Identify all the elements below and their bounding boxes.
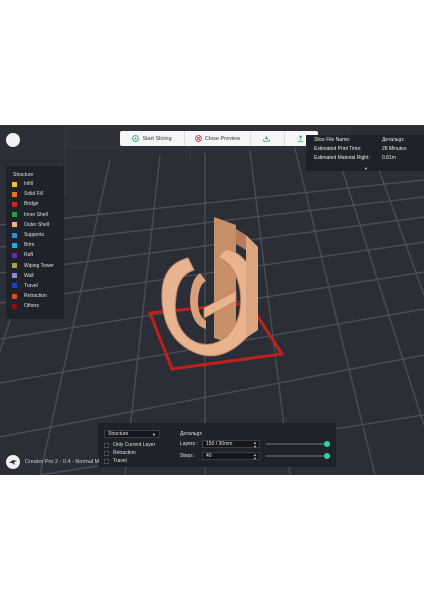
layers-input[interactable]: 150 / 30mm ▲ ▼ [202, 440, 260, 448]
app-logo[interactable] [6, 455, 20, 469]
steps-slider[interactable] [266, 453, 330, 459]
option-label: Only Current Layer [113, 442, 156, 448]
legend-label: Others [24, 303, 40, 310]
view-mode-select[interactable]: Structure ▼ [104, 430, 160, 438]
stepper-icon[interactable]: ▲ ▼ [253, 441, 257, 449]
color-swatch [12, 222, 17, 228]
view-reset-button[interactable] [6, 133, 20, 147]
legend-label: Infill [24, 181, 33, 188]
legend-item[interactable]: Wiping Tower [6, 261, 64, 271]
color-swatch [12, 263, 17, 269]
color-swatch [12, 181, 17, 187]
structure-legend: Structure Infill Solid Fill Bridge Inner Sh… [6, 166, 64, 319]
option-only-current-layer[interactable]: Only Current Layer [104, 441, 155, 449]
printer-profile: Creator Pro 2 - 0.4 - Normal M [25, 459, 100, 465]
legend-label: Outer Shell [24, 221, 50, 228]
info-row: Estimated Material Right: 0.81m [306, 153, 424, 162]
checkbox[interactable] [104, 442, 109, 448]
info-label: Slice File Name: [314, 136, 351, 143]
bird-logo-icon [9, 460, 17, 465]
view-mode-value: Structure [108, 431, 129, 437]
legend-item[interactable]: Raft [6, 250, 64, 260]
top-toolbar: Start Slicing Close Preview [120, 131, 318, 146]
legend-item[interactable]: Inner Shell [6, 210, 64, 220]
color-swatch [12, 303, 17, 309]
color-swatch [12, 273, 17, 279]
legend-title: Structure [13, 172, 34, 178]
start-slicing-label: Start Slicing [142, 135, 172, 142]
option-label: Travel [113, 458, 127, 464]
legend-item[interactable]: Outer Shell [6, 220, 64, 230]
color-swatch [12, 242, 17, 248]
file-name: Детальgx [180, 431, 202, 437]
steps-input[interactable]: 40 ▲ ▼ [202, 452, 260, 460]
export-button[interactable] [250, 131, 284, 146]
legend-label: Solid Fill [24, 191, 43, 198]
color-swatch [12, 252, 17, 258]
legend-label: Raft [24, 252, 34, 259]
export-icon [262, 135, 270, 142]
legend-label: Bridge [24, 201, 39, 208]
color-swatch [12, 232, 17, 238]
close-circle-icon [195, 135, 202, 142]
layers-label: Layers : [180, 441, 198, 447]
steps-value: 40 [206, 453, 212, 459]
checkbox[interactable] [104, 458, 109, 464]
legend-label: Supports [24, 232, 45, 239]
info-value: 28 Minutes [382, 145, 407, 152]
color-swatch [12, 293, 17, 299]
collapse-caret-icon[interactable]: ▼ [364, 166, 368, 171]
legend-item[interactable]: Wall [6, 271, 64, 281]
legend-label: Retraction [24, 293, 47, 300]
info-row: Slice File Name: Детальgx [306, 135, 424, 144]
upload-icon [297, 135, 303, 142]
legend-item[interactable]: Brim [6, 240, 64, 250]
sliced-model [161, 217, 259, 357]
legend-item[interactable]: Bridge [6, 199, 64, 209]
legend-item[interactable]: Infill [6, 179, 64, 189]
layers-slider-thumb[interactable] [324, 441, 330, 447]
chevron-down-icon: ▼ [152, 432, 156, 437]
legend-label: Inner Shell [24, 211, 48, 218]
color-swatch [12, 201, 17, 207]
legend-label: Wiping Tower [24, 262, 54, 269]
legend-item[interactable]: Retraction [6, 291, 64, 301]
color-swatch [12, 283, 17, 289]
close-preview-button[interactable]: Close Preview [184, 131, 250, 146]
legend-item[interactable]: Others [6, 301, 64, 311]
layers-slider[interactable] [266, 441, 330, 447]
color-swatch [12, 212, 17, 218]
info-value: Детальgx [382, 136, 404, 143]
info-value: 0.81m [382, 154, 396, 161]
color-swatch [12, 191, 17, 197]
option-travel[interactable]: Travel [104, 457, 127, 465]
legend-item[interactable]: Solid Fill [6, 189, 64, 199]
start-slicing-button[interactable]: Start Slicing [120, 131, 184, 146]
info-row: Estimated Print Time: 28 Minutes [306, 144, 424, 153]
3d-preview-viewport[interactable]: Start Slicing Close Preview Slice File N… [0, 125, 424, 475]
legend-label: Travel [24, 282, 38, 289]
stepper-icon[interactable]: ▲ ▼ [253, 453, 257, 461]
checkbox[interactable] [104, 450, 109, 456]
play-icon [132, 135, 140, 142]
option-label: Retraction [113, 450, 136, 456]
legend-label: Brim [24, 242, 35, 249]
slice-info-panel: Slice File Name: Детальgx Estimated Print … [306, 135, 424, 171]
info-label: Estimated Material Right: [314, 154, 370, 161]
legend-label: Wall [24, 272, 34, 279]
layers-value: 150 / 30mm [206, 441, 233, 447]
steps-label: Steps : [180, 453, 196, 459]
legend-item[interactable]: Supports [6, 230, 64, 240]
layer-control-panel: Structure ▼ Only Current Layer Retractio… [98, 423, 336, 467]
legend-item[interactable]: Travel [6, 281, 64, 291]
info-label: Estimated Print Time: [314, 145, 362, 152]
close-preview-label: Close Preview [204, 135, 241, 142]
steps-slider-thumb[interactable] [324, 453, 330, 459]
option-retraction[interactable]: Retraction [104, 449, 136, 457]
